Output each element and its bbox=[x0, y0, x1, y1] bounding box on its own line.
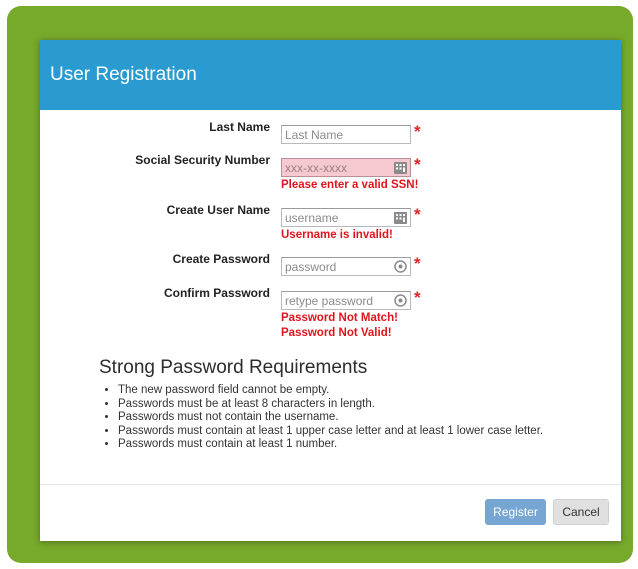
username-placeholder: username bbox=[285, 210, 339, 225]
last-name-label: Last Name bbox=[209, 120, 270, 134]
username-label: Create User Name bbox=[166, 203, 270, 217]
password-reveal-icon[interactable] bbox=[393, 294, 407, 308]
list-item: Passwords must contain at least 1 upper … bbox=[118, 425, 543, 439]
confirm-password-placeholder: retype password bbox=[285, 293, 374, 308]
required-asterisk: * bbox=[414, 288, 421, 307]
username-error: Username is invalid! bbox=[281, 229, 393, 241]
keypad-icon[interactable] bbox=[393, 161, 407, 175]
username-input[interactable]: username bbox=[281, 208, 411, 227]
password-placeholder: password bbox=[285, 259, 337, 274]
dialog-header: User Registration bbox=[40, 40, 621, 110]
list-item: Passwords must be at least 8 characters … bbox=[118, 398, 543, 412]
register-button[interactable]: Register bbox=[485, 499, 546, 525]
last-name-input[interactable]: Last Name bbox=[281, 125, 411, 144]
password-input[interactable]: password bbox=[281, 257, 411, 276]
cancel-button[interactable]: Cancel bbox=[553, 499, 609, 525]
required-asterisk: * bbox=[414, 254, 421, 273]
list-item: The new password field cannot be empty. bbox=[118, 384, 543, 398]
registration-dialog: User Registration Last Name Last Name * … bbox=[40, 40, 621, 541]
list-item: Passwords must contain at least 1 number… bbox=[118, 438, 543, 452]
required-asterisk: * bbox=[414, 122, 421, 141]
requirements-heading: Strong Password Requirements bbox=[99, 357, 368, 378]
list-item: Passwords must not contain the username. bbox=[118, 411, 543, 425]
password-label: Create Password bbox=[172, 252, 270, 266]
last-name-placeholder: Last Name bbox=[285, 127, 344, 142]
password-reveal-icon[interactable] bbox=[393, 260, 407, 274]
required-asterisk: * bbox=[414, 155, 421, 174]
ssn-placeholder: xxx-xx-xxxx bbox=[285, 160, 347, 175]
required-asterisk: * bbox=[414, 205, 421, 224]
dialog-title: User Registration bbox=[50, 64, 197, 85]
password-mismatch-error: Password Not Match! bbox=[281, 312, 398, 324]
confirm-password-label: Confirm Password bbox=[163, 286, 270, 300]
requirements-list: The new password field cannot be empty. … bbox=[98, 384, 543, 452]
confirm-password-input[interactable]: retype password bbox=[281, 291, 411, 310]
keypad-icon[interactable] bbox=[393, 211, 407, 225]
ssn-input[interactable]: xxx-xx-xxxx bbox=[281, 158, 411, 177]
ssn-label: Social Security Number bbox=[135, 153, 270, 167]
password-invalid-error: Password Not Valid! bbox=[281, 327, 392, 339]
footer-divider bbox=[40, 484, 621, 485]
ssn-error: Please enter a valid SSN! bbox=[281, 179, 419, 191]
